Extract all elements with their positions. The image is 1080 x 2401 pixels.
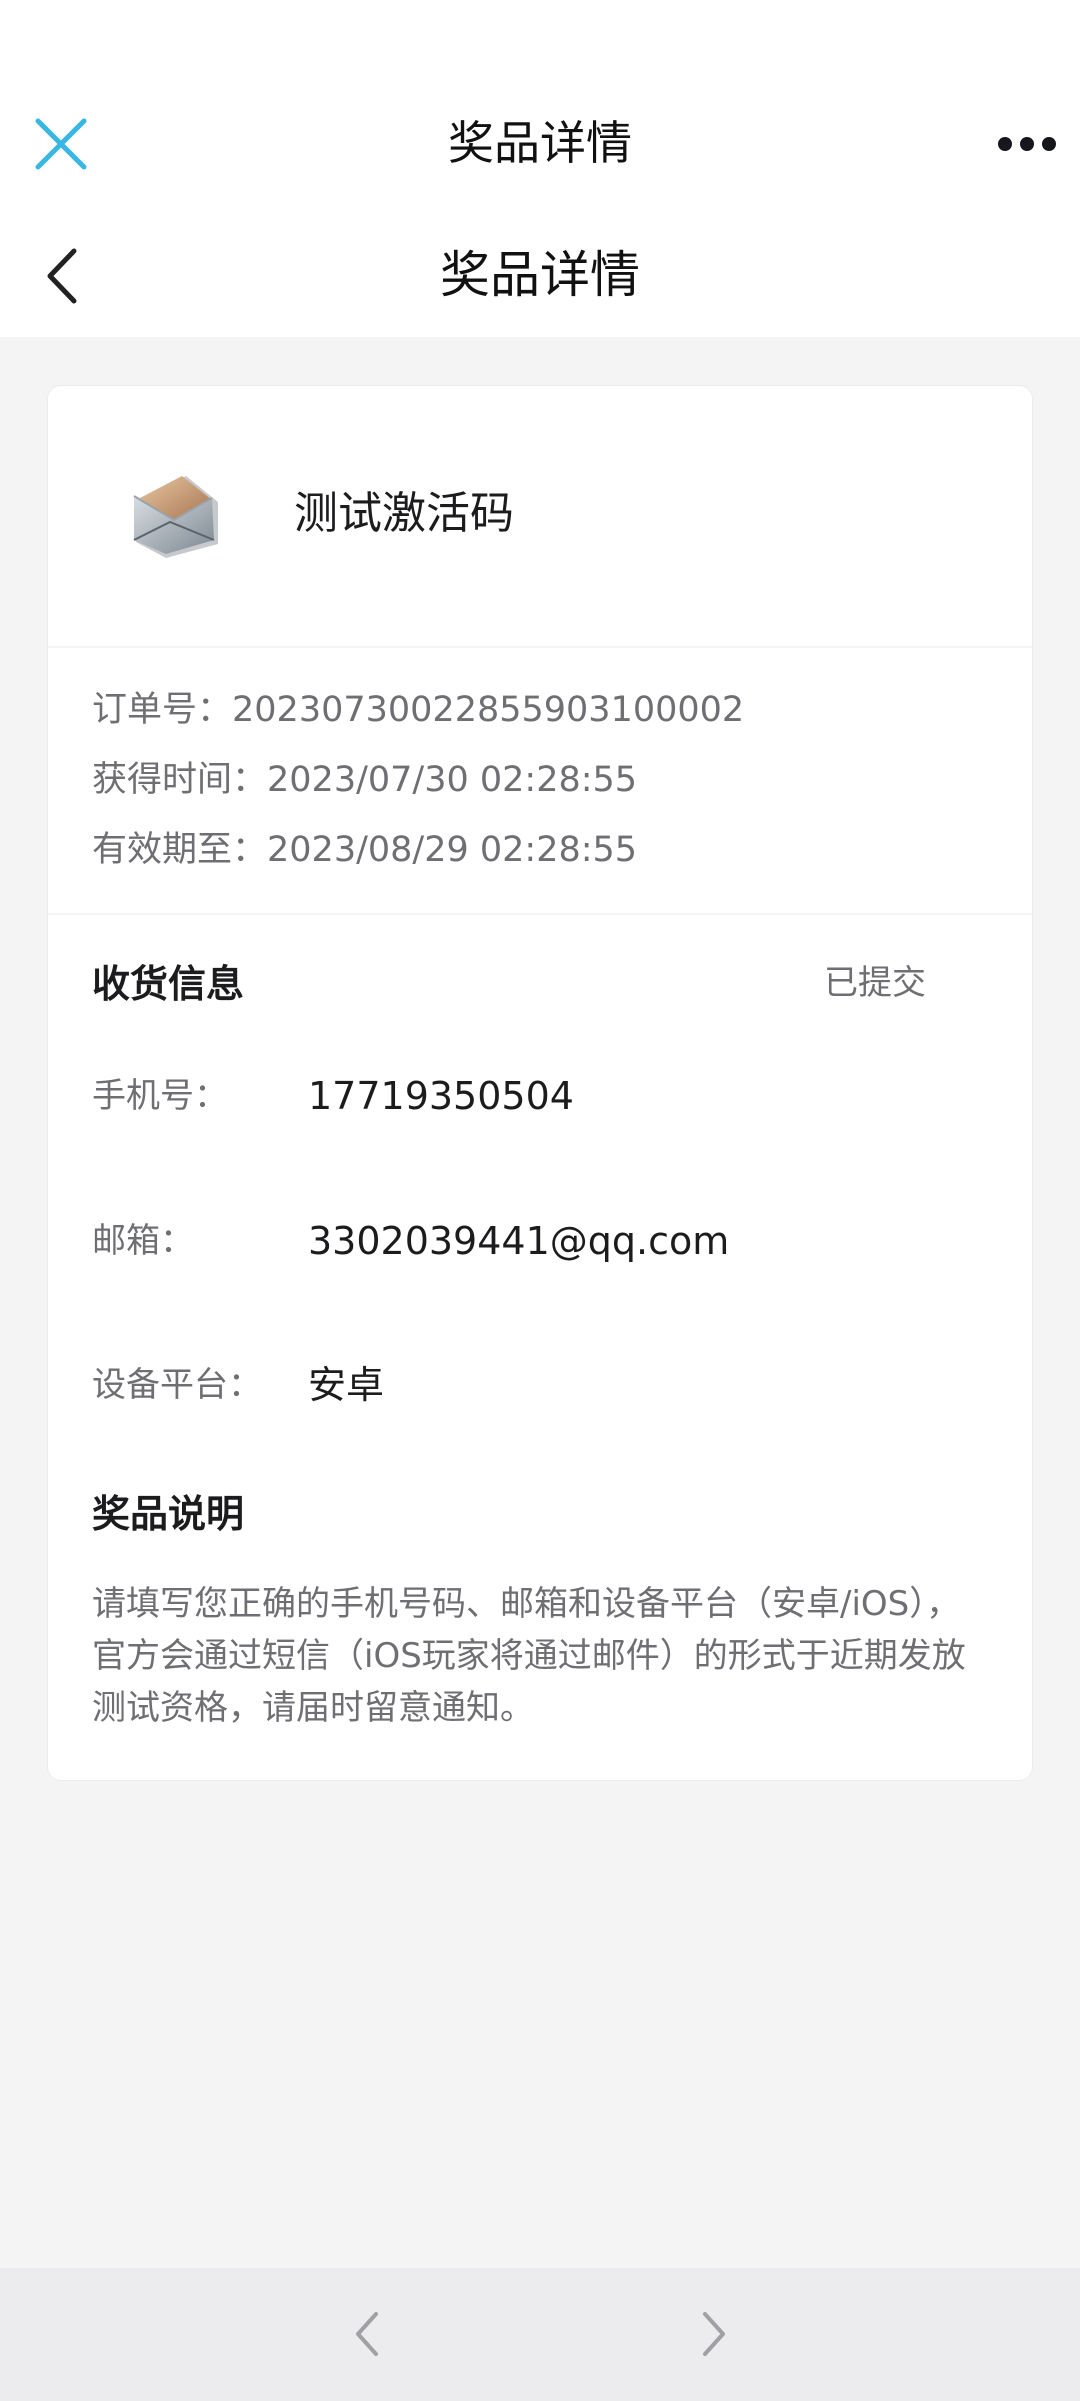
order-number-value: 20230730022855903100002: [232, 690, 745, 730]
platform-label: 设备平台：: [92, 1365, 262, 1405]
divider: [48, 646, 1032, 648]
obtained-time-label: 获得时间：: [92, 760, 268, 800]
valid-until-value: 2023/08/29 02:28:55: [267, 830, 638, 870]
platform-value: 安卓: [308, 1363, 385, 1407]
description-section-title: 奖品说明: [92, 1492, 245, 1536]
page-header: 奖品详情: [0, 215, 1080, 337]
page-title: 奖品详情: [440, 246, 640, 304]
prize-card: 测试激活码 订单号：20230730022855903100002 获得时间：2…: [47, 385, 1033, 1781]
divider: [48, 913, 1032, 915]
app-title: 奖品详情: [448, 116, 632, 170]
chevron-right-icon[interactable]: [697, 2308, 731, 2360]
prize-header: 测试激活码: [48, 386, 1032, 646]
chevron-left-icon[interactable]: [350, 2308, 384, 2360]
valid-until-label: 有效期至：: [92, 830, 268, 870]
obtained-time-row: 获得时间：2023/07/30 02:28:55: [92, 755, 637, 805]
email-value: 3302039441@qq.com: [308, 1219, 730, 1263]
valid-until-row: 有效期至：2023/08/29 02:28:55: [92, 825, 637, 875]
shipping-section-title: 收货信息: [92, 962, 245, 1006]
email-label: 邮箱：: [92, 1221, 194, 1261]
order-number-label: 订单号：: [92, 690, 233, 730]
order-number-row: 订单号：20230730022855903100002: [92, 685, 744, 735]
bottom-nav-bar: [0, 2268, 1080, 2401]
app-top-bar: 奖品详情: [0, 0, 1080, 215]
status-badge: 已提交: [824, 963, 926, 1003]
more-dots-icon[interactable]: [995, 124, 1059, 164]
phone-value: 17719350504: [308, 1074, 574, 1118]
phone-label: 手机号：: [92, 1076, 228, 1116]
description-text: 请填写您正确的手机号码、邮箱和设备平台（安卓/iOS），官方会通过短信（iOS玩…: [92, 1584, 966, 1728]
envelope-icon: [133, 476, 218, 558]
prize-name: 测试激活码: [294, 488, 514, 539]
obtained-time-value: 2023/07/30 02:28:55: [267, 760, 638, 800]
